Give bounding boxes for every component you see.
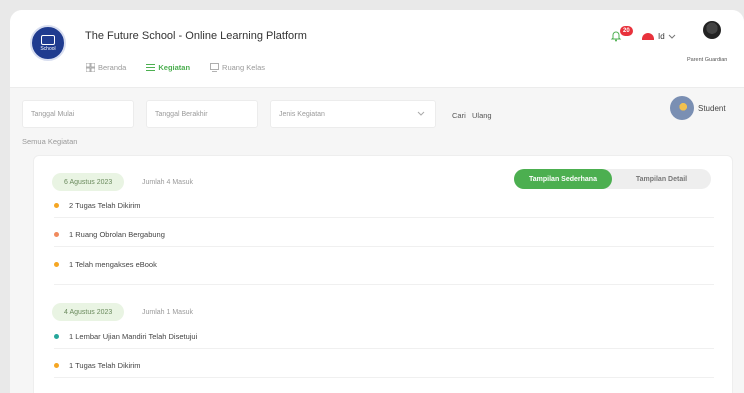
group-count: Jumlah 4 Masuk bbox=[142, 179, 193, 186]
search-button[interactable]: Cari bbox=[452, 111, 466, 120]
nav-item-label: Beranda bbox=[98, 63, 127, 72]
group-date-badge: 4 Agustus 2023 bbox=[52, 303, 125, 321]
school-logo[interactable]: School bbox=[30, 25, 66, 61]
status-dot-icon bbox=[54, 232, 59, 237]
simple-view-button[interactable]: Tampilan Sederhana bbox=[514, 169, 612, 189]
status-dot-icon bbox=[54, 262, 59, 267]
filter-bar: Tanggal Mulai Tanggal Berakhir Jenis Keg… bbox=[22, 100, 744, 130]
divider bbox=[54, 348, 714, 349]
grid-icon bbox=[86, 63, 95, 72]
user-avatar[interactable] bbox=[703, 21, 721, 39]
classroom-icon bbox=[210, 63, 219, 72]
view-toggle: Tampilan Sederhana Tampilan Detail bbox=[514, 169, 711, 189]
main-nav: Beranda Kegiatan Ruang Kelas bbox=[86, 63, 285, 72]
end-date-placeholder: Tanggal Berakhir bbox=[155, 111, 208, 118]
divider bbox=[54, 217, 714, 218]
list-item: 1 Lembar Ujian Mandiri Telah Disetujui bbox=[54, 332, 197, 341]
end-date-field[interactable]: Tanggal Berakhir bbox=[146, 100, 258, 128]
activity-type-placeholder: Jenis Kegiatan bbox=[279, 111, 325, 118]
flag-icon bbox=[642, 33, 654, 40]
activity-text: 1 Telah mengakses eBook bbox=[69, 260, 157, 269]
page: School The Future School - Online Learni… bbox=[10, 10, 744, 393]
activity-text: 1 Lembar Ujian Mandiri Telah Disetujui bbox=[69, 332, 198, 341]
reset-button[interactable]: Ulang bbox=[472, 111, 492, 120]
activity-type-select[interactable]: Jenis Kegiatan bbox=[270, 100, 436, 128]
chevron-down-icon bbox=[668, 34, 676, 39]
divider bbox=[54, 246, 714, 247]
activity-text: 1 Ruang Obrolan Bergabung bbox=[69, 230, 165, 239]
list-item: 1 Ruang Obrolan Bergabung bbox=[54, 230, 165, 239]
status-dot-icon bbox=[54, 363, 59, 368]
nav-item-beranda[interactable]: Beranda bbox=[86, 63, 126, 72]
student-avatar[interactable] bbox=[670, 96, 694, 120]
nav-item-ruang-kelas[interactable]: Ruang Kelas bbox=[210, 63, 265, 72]
list-icon bbox=[146, 64, 156, 71]
app-title: The Future School - Online Learning Plat… bbox=[85, 30, 307, 42]
activity-text: 1 Tugas Telah Dikirim bbox=[69, 361, 141, 370]
section-label: Semua Kegiatan bbox=[22, 137, 78, 146]
start-date-field[interactable]: Tanggal Mulai bbox=[22, 100, 134, 128]
notification-badge: 20 bbox=[620, 26, 633, 36]
logo-text: School bbox=[40, 45, 56, 52]
activity-text: 2 Tugas Telah Dikirim bbox=[69, 201, 141, 210]
detail-view-button[interactable]: Tampilan Detail bbox=[612, 169, 711, 189]
student-label: Student bbox=[698, 104, 726, 113]
monitor-icon bbox=[41, 34, 55, 45]
chevron-down-icon bbox=[417, 111, 425, 116]
list-item: 2 Tugas Telah Dikirim bbox=[54, 201, 141, 210]
divider bbox=[54, 377, 714, 378]
list-item: 1 Tugas Telah Dikirim bbox=[54, 361, 141, 370]
status-dot-icon bbox=[54, 334, 59, 339]
nav-item-kegiatan[interactable]: Kegiatan bbox=[146, 63, 190, 72]
activity-card: Tampilan Sederhana Tampilan Detail 6 Agu… bbox=[33, 155, 733, 393]
nav-item-label: Ruang Kelas bbox=[222, 63, 265, 72]
divider bbox=[54, 284, 714, 285]
group-date-badge: 6 Agustus 2023 bbox=[52, 173, 125, 191]
nav-item-label: Kegiatan bbox=[158, 63, 191, 72]
list-item: 1 Telah mengakses eBook bbox=[54, 260, 157, 269]
user-label: Parent Guardian bbox=[687, 57, 728, 63]
language-label: Id bbox=[658, 32, 665, 41]
start-date-placeholder: Tanggal Mulai bbox=[31, 111, 75, 118]
language-selector[interactable]: Id bbox=[642, 32, 676, 41]
header: School The Future School - Online Learni… bbox=[10, 10, 744, 88]
status-dot-icon bbox=[54, 203, 59, 208]
group-count: Jumlah 1 Masuk bbox=[142, 309, 193, 316]
